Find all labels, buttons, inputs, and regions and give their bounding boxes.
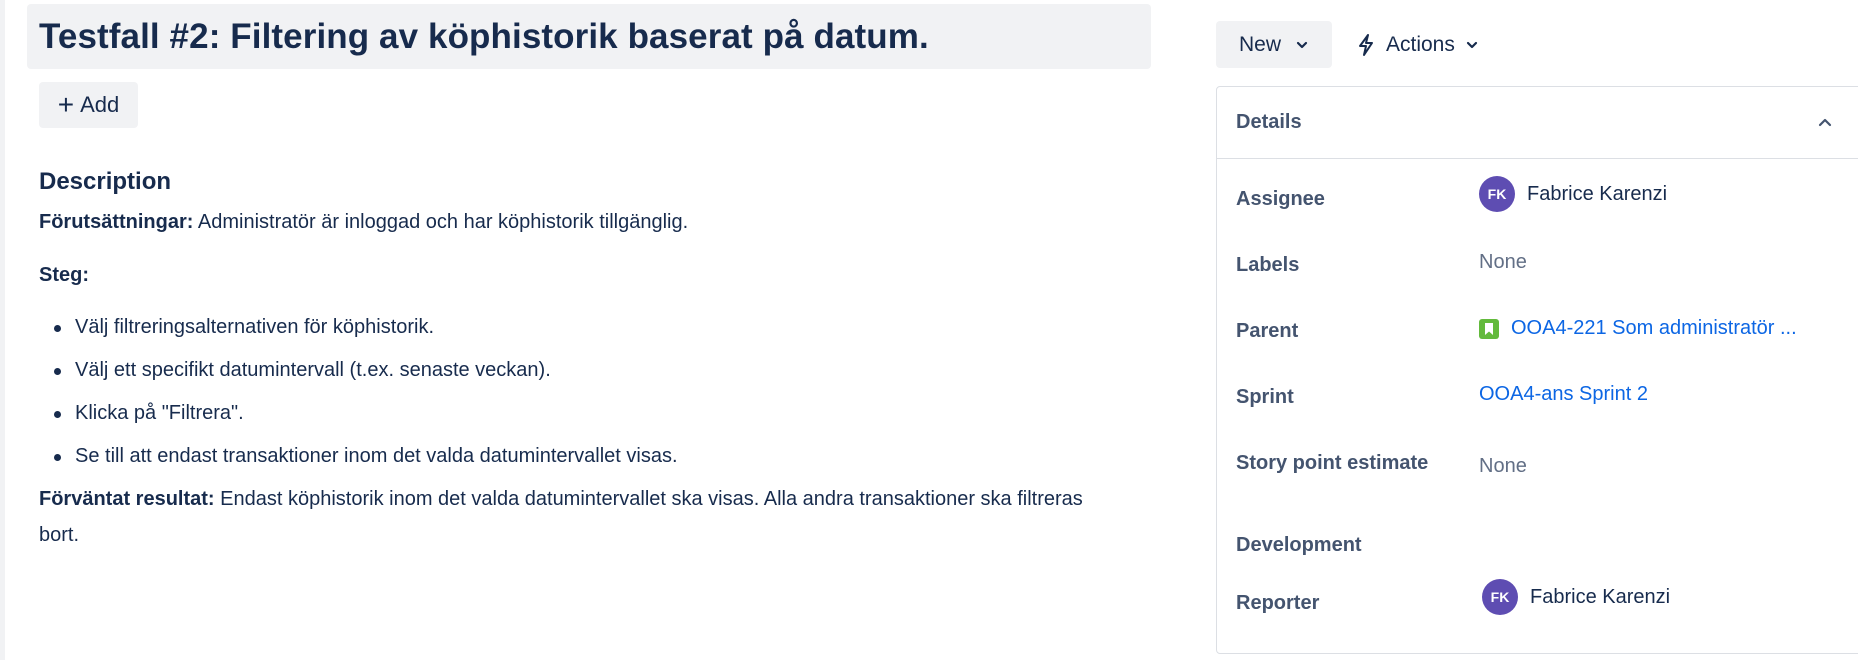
chevron-down-icon xyxy=(1296,41,1308,48)
parent-label: Parent xyxy=(1236,320,1299,342)
preconditions-paragraph: Förutsättningar: Administratör är inlogg… xyxy=(39,204,1149,240)
assignee-name: Fabrice Karenzi xyxy=(1527,182,1668,205)
list-item: Klicka på "Filtrera". xyxy=(39,395,1149,431)
list-item: Välj ett specifikt datumintervall (t.ex.… xyxy=(39,352,1149,388)
labels-field[interactable]: None xyxy=(1479,251,1527,274)
expected-result-text: Endast köphistorik inom det valda datumi… xyxy=(214,488,1083,510)
reporter-label: Reporter xyxy=(1236,592,1320,614)
story-point-label: Story point estimate xyxy=(1236,452,1429,474)
sprint-link[interactable]: OOA4-ans Sprint 2 xyxy=(1479,383,1648,406)
add-button-label: Add xyxy=(80,92,120,117)
details-title: Details xyxy=(1236,111,1302,133)
bullet-icon xyxy=(54,454,61,461)
steps-list: Välj filtreringsalternativen för köphist… xyxy=(39,309,1149,474)
details-header[interactable]: Details xyxy=(1217,87,1858,159)
assignee-field[interactable]: FK Fabrice Karenzi xyxy=(1479,176,1667,212)
avatar: FK xyxy=(1479,176,1515,212)
expected-result-paragraph: Förväntat resultat: Endast köphistorik i… xyxy=(39,481,1149,553)
step-text: Välj ett specifikt datumintervall (t.ex.… xyxy=(75,359,551,381)
preconditions-text: Administratör är inloggad och har köphis… xyxy=(193,211,689,233)
actions-button[interactable]: Actions xyxy=(1356,21,1479,68)
lightning-icon xyxy=(1359,33,1373,56)
expected-result-text-continued: bort. xyxy=(39,524,80,546)
reporter-name: Fabrice Karenzi xyxy=(1530,585,1671,608)
issue-title[interactable]: Testfall #2: Filtering av köphistorik ba… xyxy=(39,17,929,57)
parent-field[interactable]: OOA4-221 Som administratör ... xyxy=(1479,317,1797,340)
chevron-up-icon[interactable] xyxy=(1817,116,1833,130)
reporter-field[interactable]: FK Fabrice Karenzi xyxy=(1482,579,1670,615)
bullet-icon xyxy=(54,325,61,332)
list-item: Välj filtreringsalternativen för köphist… xyxy=(39,309,1149,345)
description-heading: Description xyxy=(39,168,172,195)
preconditions-label: Förutsättningar: xyxy=(39,211,194,233)
list-item: Se till att endast transaktioner inom de… xyxy=(39,438,1149,474)
details-panel: Details Assignee FK Fabrice Karenzi Labe… xyxy=(1216,86,1858,654)
left-edge-divider xyxy=(0,0,5,660)
avatar: FK xyxy=(1482,579,1518,615)
chevron-down-icon xyxy=(1466,41,1477,48)
parent-link[interactable]: OOA4-221 Som administratör ... xyxy=(1511,317,1797,340)
actions-label: Actions xyxy=(1386,32,1455,56)
story-bookmark-icon xyxy=(1479,318,1499,339)
expected-result-label: Förväntat resultat: xyxy=(39,488,215,510)
sprint-field[interactable]: OOA4-ans Sprint 2 xyxy=(1479,383,1648,406)
status-label: New xyxy=(1238,32,1281,56)
bullet-icon xyxy=(54,368,61,375)
steps-paragraph: Steg: xyxy=(39,257,1149,293)
step-text: Välj filtreringsalternativen för köphist… xyxy=(75,316,435,338)
description-body[interactable]: Förutsättningar: Administratör är inlogg… xyxy=(39,204,1149,553)
development-label: Development xyxy=(1236,534,1362,556)
steps-label: Steg: xyxy=(39,264,89,286)
step-text: Klicka på "Filtrera". xyxy=(75,402,244,424)
bullet-icon xyxy=(54,411,61,418)
status-button[interactable]: New xyxy=(1216,21,1332,68)
labels-label: Labels xyxy=(1236,254,1300,276)
issue-title-field[interactable]: Testfall #2: Filtering av köphistorik ba… xyxy=(27,4,1151,69)
sprint-label: Sprint xyxy=(1236,386,1294,408)
plus-icon: + xyxy=(57,89,75,120)
issue-view: Testfall #2: Filtering av köphistorik ba… xyxy=(0,0,1858,660)
story-point-field[interactable]: None xyxy=(1479,455,1527,478)
add-button[interactable]: + Add xyxy=(39,82,138,128)
step-text: Se till att endast transaktioner inom de… xyxy=(75,445,678,467)
story-point-value: None xyxy=(1479,455,1527,477)
assignee-label: Assignee xyxy=(1236,188,1325,210)
labels-value: None xyxy=(1479,251,1527,273)
